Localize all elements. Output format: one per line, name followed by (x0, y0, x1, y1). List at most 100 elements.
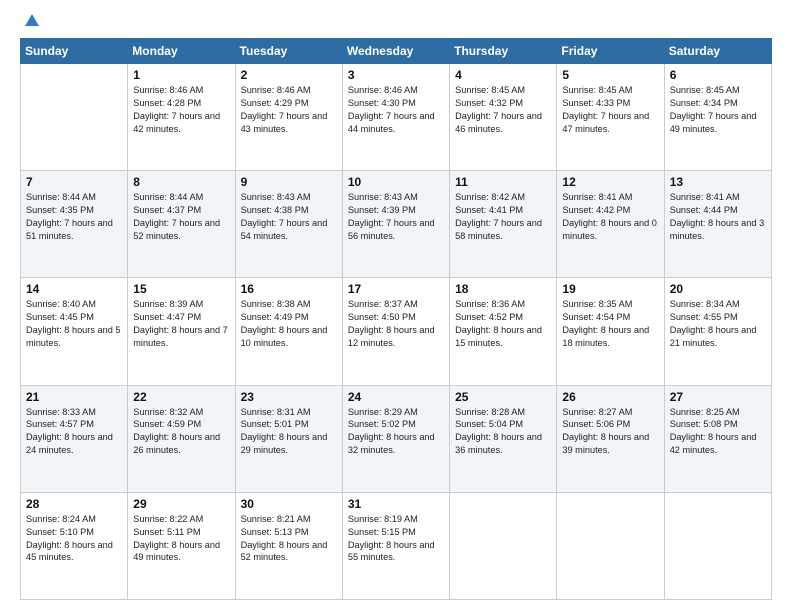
day-number: 7 (26, 175, 122, 189)
day-number: 18 (455, 282, 551, 296)
day-number: 27 (670, 390, 766, 404)
calendar-cell: 4 Sunrise: 8:45 AM Sunset: 4:32 PM Daylig… (450, 64, 557, 171)
calendar-cell (664, 492, 771, 599)
day-number: 25 (455, 390, 551, 404)
day-info: Sunrise: 8:45 AM Sunset: 4:34 PM Dayligh… (670, 84, 766, 136)
day-number: 24 (348, 390, 444, 404)
calendar-cell: 30 Sunrise: 8:21 AM Sunset: 5:13 PM Dayli… (235, 492, 342, 599)
day-number: 21 (26, 390, 122, 404)
day-number: 20 (670, 282, 766, 296)
day-info: Sunrise: 8:32 AM Sunset: 4:59 PM Dayligh… (133, 406, 229, 458)
calendar-cell: 11 Sunrise: 8:42 AM Sunset: 4:41 PM Dayli… (450, 171, 557, 278)
day-number: 4 (455, 68, 551, 82)
calendar-cell: 25 Sunrise: 8:28 AM Sunset: 5:04 PM Dayli… (450, 385, 557, 492)
day-number: 1 (133, 68, 229, 82)
calendar-header-monday: Monday (128, 39, 235, 64)
day-number: 12 (562, 175, 658, 189)
calendar-cell: 20 Sunrise: 8:34 AM Sunset: 4:55 PM Dayli… (664, 278, 771, 385)
calendar-cell: 28 Sunrise: 8:24 AM Sunset: 5:10 PM Dayli… (21, 492, 128, 599)
day-info: Sunrise: 8:28 AM Sunset: 5:04 PM Dayligh… (455, 406, 551, 458)
day-info: Sunrise: 8:21 AM Sunset: 5:13 PM Dayligh… (241, 513, 337, 565)
day-number: 6 (670, 68, 766, 82)
calendar-header-tuesday: Tuesday (235, 39, 342, 64)
calendar-header-row: SundayMondayTuesdayWednesdayThursdayFrid… (21, 39, 772, 64)
day-info: Sunrise: 8:34 AM Sunset: 4:55 PM Dayligh… (670, 298, 766, 350)
calendar-cell: 15 Sunrise: 8:39 AM Sunset: 4:47 PM Dayli… (128, 278, 235, 385)
calendar-cell: 7 Sunrise: 8:44 AM Sunset: 4:35 PM Daylig… (21, 171, 128, 278)
day-number: 16 (241, 282, 337, 296)
day-number: 17 (348, 282, 444, 296)
calendar-cell (21, 64, 128, 171)
calendar-cell: 2 Sunrise: 8:46 AM Sunset: 4:29 PM Daylig… (235, 64, 342, 171)
calendar-cell: 1Sunrise: 8:46 AM Sunset: 4:28 PM Daylig… (128, 64, 235, 171)
day-number: 31 (348, 497, 444, 511)
calendar-cell: 12 Sunrise: 8:41 AM Sunset: 4:42 PM Dayli… (557, 171, 664, 278)
day-number: 23 (241, 390, 337, 404)
calendar-cell (557, 492, 664, 599)
logo-icon (23, 12, 41, 30)
calendar-week-row: 28 Sunrise: 8:24 AM Sunset: 5:10 PM Dayli… (21, 492, 772, 599)
day-info: Sunrise: 8:43 AM Sunset: 4:39 PM Dayligh… (348, 191, 444, 243)
day-info: Sunrise: 8:33 AM Sunset: 4:57 PM Dayligh… (26, 406, 122, 458)
calendar-cell: 8Sunrise: 8:44 AM Sunset: 4:37 PM Daylig… (128, 171, 235, 278)
day-number: 5 (562, 68, 658, 82)
day-number: 9 (241, 175, 337, 189)
day-number: 22 (133, 390, 229, 404)
day-info: Sunrise: 8:39 AM Sunset: 4:47 PM Dayligh… (133, 298, 229, 350)
calendar-header-wednesday: Wednesday (342, 39, 449, 64)
day-info: Sunrise: 8:45 AM Sunset: 4:33 PM Dayligh… (562, 84, 658, 136)
calendar-cell: 14 Sunrise: 8:40 AM Sunset: 4:45 PM Dayli… (21, 278, 128, 385)
calendar-cell: 23 Sunrise: 8:31 AM Sunset: 5:01 PM Dayli… (235, 385, 342, 492)
day-info: Sunrise: 8:46 AM Sunset: 4:30 PM Dayligh… (348, 84, 444, 136)
day-info: Sunrise: 8:38 AM Sunset: 4:49 PM Dayligh… (241, 298, 337, 350)
calendar-cell: 13 Sunrise: 8:41 AM Sunset: 4:44 PM Dayli… (664, 171, 771, 278)
day-info: Sunrise: 8:31 AM Sunset: 5:01 PM Dayligh… (241, 406, 337, 458)
day-number: 13 (670, 175, 766, 189)
day-info: Sunrise: 8:45 AM Sunset: 4:32 PM Dayligh… (455, 84, 551, 136)
calendar-cell: 24Sunrise: 8:29 AM Sunset: 5:02 PM Dayli… (342, 385, 449, 492)
day-info: Sunrise: 8:25 AM Sunset: 5:08 PM Dayligh… (670, 406, 766, 458)
calendar-header-friday: Friday (557, 39, 664, 64)
day-info: Sunrise: 8:41 AM Sunset: 4:42 PM Dayligh… (562, 191, 658, 243)
day-info: Sunrise: 8:44 AM Sunset: 4:35 PM Dayligh… (26, 191, 122, 243)
day-info: Sunrise: 8:27 AM Sunset: 5:06 PM Dayligh… (562, 406, 658, 458)
day-info: Sunrise: 8:19 AM Sunset: 5:15 PM Dayligh… (348, 513, 444, 565)
day-number: 2 (241, 68, 337, 82)
calendar-week-row: 7 Sunrise: 8:44 AM Sunset: 4:35 PM Daylig… (21, 171, 772, 278)
day-number: 30 (241, 497, 337, 511)
calendar-cell: 9Sunrise: 8:43 AM Sunset: 4:38 PM Daylig… (235, 171, 342, 278)
day-number: 10 (348, 175, 444, 189)
day-number: 15 (133, 282, 229, 296)
calendar-cell: 21 Sunrise: 8:33 AM Sunset: 4:57 PM Dayli… (21, 385, 128, 492)
day-number: 19 (562, 282, 658, 296)
calendar-header-saturday: Saturday (664, 39, 771, 64)
calendar-cell: 5 Sunrise: 8:45 AM Sunset: 4:33 PM Daylig… (557, 64, 664, 171)
calendar-week-row: 1Sunrise: 8:46 AM Sunset: 4:28 PM Daylig… (21, 64, 772, 171)
day-info: Sunrise: 8:36 AM Sunset: 4:52 PM Dayligh… (455, 298, 551, 350)
day-number: 3 (348, 68, 444, 82)
calendar-cell: 16 Sunrise: 8:38 AM Sunset: 4:49 PM Dayli… (235, 278, 342, 385)
calendar-header-sunday: Sunday (21, 39, 128, 64)
logo (20, 16, 41, 30)
calendar-week-row: 21 Sunrise: 8:33 AM Sunset: 4:57 PM Dayli… (21, 385, 772, 492)
calendar-cell: 19 Sunrise: 8:35 AM Sunset: 4:54 PM Dayli… (557, 278, 664, 385)
day-number: 11 (455, 175, 551, 189)
day-info: Sunrise: 8:41 AM Sunset: 4:44 PM Dayligh… (670, 191, 766, 243)
calendar-cell (450, 492, 557, 599)
day-info: Sunrise: 8:24 AM Sunset: 5:10 PM Dayligh… (26, 513, 122, 565)
day-number: 8 (133, 175, 229, 189)
calendar-cell: 22 Sunrise: 8:32 AM Sunset: 4:59 PM Dayli… (128, 385, 235, 492)
day-info: Sunrise: 8:40 AM Sunset: 4:45 PM Dayligh… (26, 298, 122, 350)
header (20, 16, 772, 30)
day-info: Sunrise: 8:35 AM Sunset: 4:54 PM Dayligh… (562, 298, 658, 350)
day-info: Sunrise: 8:46 AM Sunset: 4:29 PM Dayligh… (241, 84, 337, 136)
calendar-week-row: 14 Sunrise: 8:40 AM Sunset: 4:45 PM Dayli… (21, 278, 772, 385)
day-info: Sunrise: 8:42 AM Sunset: 4:41 PM Dayligh… (455, 191, 551, 243)
day-number: 14 (26, 282, 122, 296)
calendar-header-thursday: Thursday (450, 39, 557, 64)
day-number: 28 (26, 497, 122, 511)
calendar-cell: 17Sunrise: 8:37 AM Sunset: 4:50 PM Dayli… (342, 278, 449, 385)
calendar-cell: 29Sunrise: 8:22 AM Sunset: 5:11 PM Dayli… (128, 492, 235, 599)
calendar-cell: 6 Sunrise: 8:45 AM Sunset: 4:34 PM Daylig… (664, 64, 771, 171)
calendar-cell: 10 Sunrise: 8:43 AM Sunset: 4:39 PM Dayli… (342, 171, 449, 278)
